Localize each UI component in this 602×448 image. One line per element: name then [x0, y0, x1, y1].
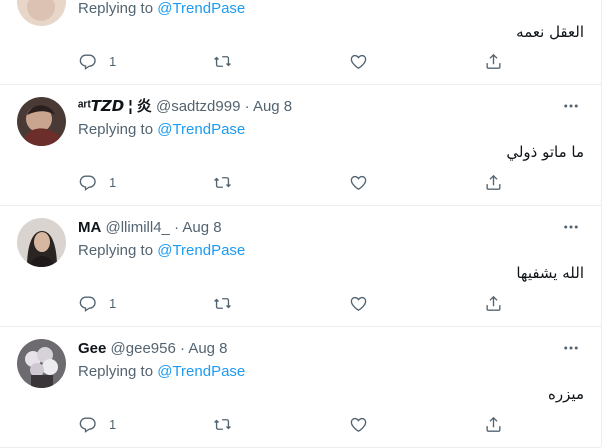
share-icon [486, 53, 501, 69]
like-button[interactable] [349, 415, 368, 434]
tweet-date[interactable]: Aug 8 [182, 219, 221, 236]
more-icon[interactable] [562, 218, 580, 236]
reply-button[interactable]: 1 [78, 294, 116, 313]
like-button[interactable] [349, 294, 368, 313]
replying-to: Replying to @TrendPase [78, 121, 245, 139]
display-name[interactable]: MA [78, 219, 101, 236]
mention-link[interactable]: @TrendPase [157, 242, 245, 259]
mention-link[interactable]: @TrendPase [157, 0, 245, 17]
avatar[interactable] [17, 0, 66, 26]
separator: · [179, 340, 185, 357]
reply-button[interactable]: 1 [78, 52, 116, 71]
tweet-2[interactable]: MA @llimill4_ · Aug 8 Replying to @Trend… [0, 206, 601, 327]
tweet-text: ما ماتو ذولي [506, 143, 584, 161]
share-icon [486, 295, 501, 311]
share-button[interactable] [484, 173, 503, 192]
mention-link[interactable]: @TrendPase [157, 121, 245, 138]
handle[interactable]: @gee956 [111, 340, 176, 357]
retweet-button[interactable] [213, 52, 232, 71]
replying-prefix: Replying to [78, 363, 154, 380]
like-button[interactable] [349, 52, 368, 71]
mention-link[interactable]: @TrendPase [157, 363, 245, 380]
tweet-text: ميزره [548, 385, 584, 403]
tweet-3[interactable]: Gee @gee956 · Aug 8 Replying to @TrendPa… [0, 327, 601, 448]
reply-button[interactable]: 1 [78, 173, 116, 192]
avatar[interactable] [17, 339, 66, 388]
display-name[interactable]: Gee [78, 340, 106, 357]
avatar[interactable] [17, 97, 66, 146]
reply-icon [79, 175, 96, 191]
tweet-date[interactable]: Aug 8 [188, 340, 227, 357]
replying-to: Replying to @TrendPase [78, 0, 245, 18]
reply-icon [79, 296, 96, 312]
replying-to: Replying to @TrendPase [78, 363, 245, 381]
tweet-header: Gee @gee956 · Aug 8 [78, 340, 228, 358]
retweet-button[interactable] [213, 173, 232, 192]
tweet-text: الله يشفيها [516, 264, 584, 282]
tweet-1[interactable]: ᵃʳᵗ𝙏𝙕𝘿 ¦ 炎 @sadtzd999 · Aug 8 Replying t… [0, 85, 601, 206]
like-icon [350, 175, 367, 191]
share-icon [486, 416, 501, 432]
reply-count: 1 [109, 417, 117, 432]
reply-count: 1 [109, 54, 117, 69]
retweet-button[interactable] [213, 415, 232, 434]
replying-to: Replying to @TrendPase [78, 242, 245, 260]
share-button[interactable] [484, 294, 503, 313]
like-icon [350, 417, 367, 433]
tweet-date[interactable]: Aug 8 [253, 98, 292, 115]
more-icon[interactable] [562, 97, 580, 115]
handle[interactable]: @llimill4_ [106, 219, 170, 236]
separator: · [174, 219, 180, 236]
replying-prefix: Replying to [78, 242, 154, 259]
like-icon [350, 296, 367, 312]
replying-prefix: Replying to [78, 0, 154, 17]
display-name[interactable]: ᵃʳᵗ𝙏𝙕𝘿 ¦ 炎 [78, 98, 152, 115]
tweet-text: العقل نعمه [516, 23, 584, 41]
share-button[interactable] [484, 415, 503, 434]
more-icon[interactable] [562, 339, 580, 357]
like-icon [350, 54, 367, 70]
share-icon [486, 174, 501, 190]
avatar[interactable] [17, 218, 66, 267]
retweet-button[interactable] [213, 294, 232, 313]
tweet-header: MA @llimill4_ · Aug 8 [78, 219, 222, 237]
handle[interactable]: @sadtzd999 [156, 98, 240, 115]
reply-icon [79, 54, 96, 70]
retweet-icon [214, 419, 231, 430]
retweet-icon [214, 56, 231, 67]
separator: · [244, 98, 250, 115]
retweet-icon [214, 177, 231, 188]
tweet-header: ᵃʳᵗ𝙏𝙕𝘿 ¦ 炎 @sadtzd999 · Aug 8 [78, 98, 292, 116]
replying-prefix: Replying to [78, 121, 154, 138]
tweet-0[interactable]: Replying to @TrendPase العقل نعمه 1 [0, 0, 601, 85]
reply-button[interactable]: 1 [78, 415, 116, 434]
share-button[interactable] [484, 52, 503, 71]
retweet-icon [214, 298, 231, 309]
reply-icon [79, 417, 96, 433]
like-button[interactable] [349, 173, 368, 192]
reply-count: 1 [109, 296, 117, 311]
reply-count: 1 [109, 175, 117, 190]
